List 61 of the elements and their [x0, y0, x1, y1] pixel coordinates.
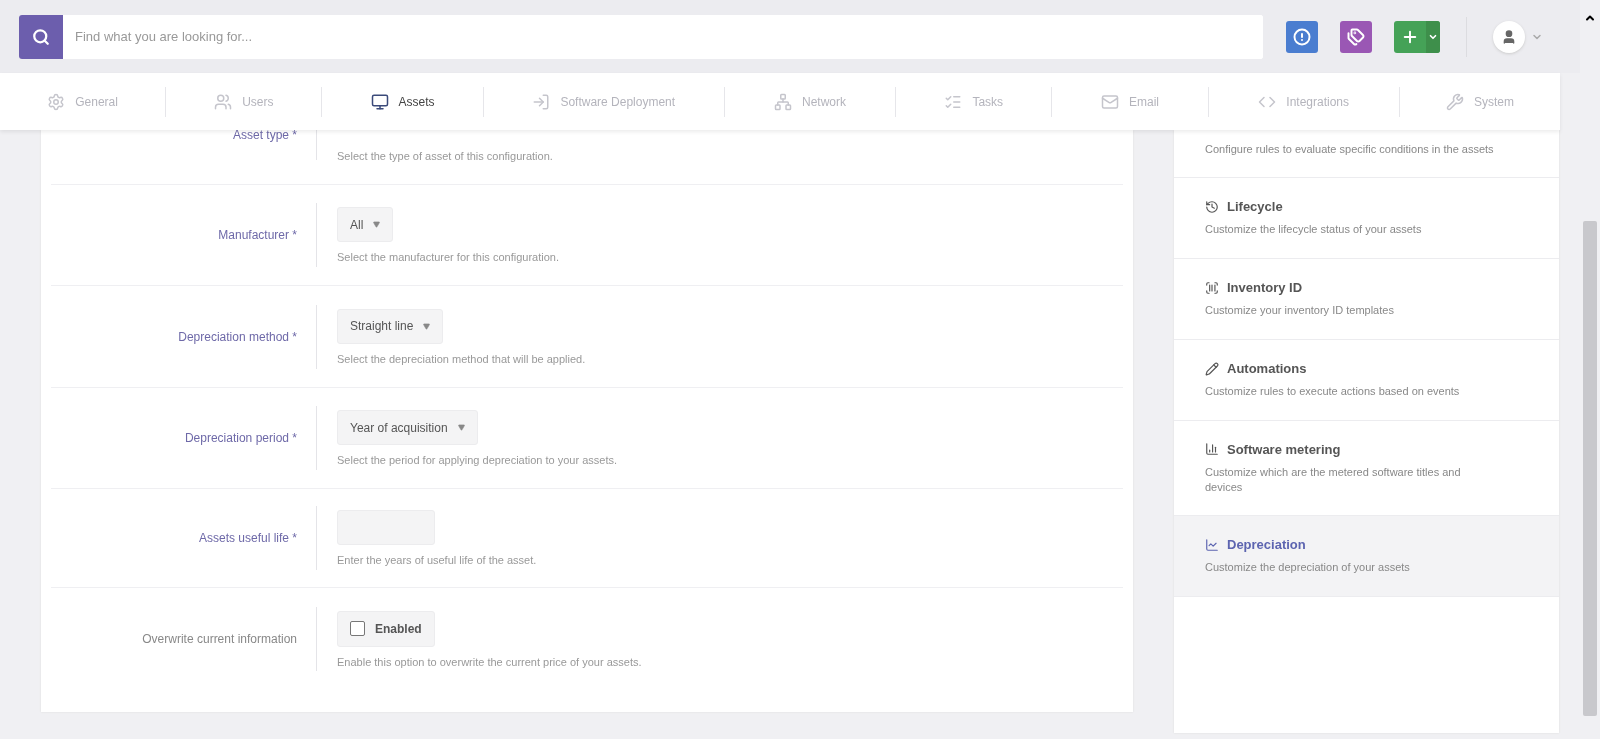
sidebar-item[interactable]: Configure rules to evaluate specific conditions in the assets — [1174, 130, 1559, 178]
caret-icon — [457, 424, 465, 431]
scrollbar-thumb[interactable] — [1583, 221, 1597, 716]
field-label: Depreciation method * — [177, 329, 297, 344]
bar-chart-icon — [1205, 442, 1219, 456]
search-field[interactable]: Find what you are looking for... — [19, 14, 1263, 59]
add-button[interactable] — [1394, 20, 1440, 53]
item-description: Customize which are the metered software titles and devices — [1205, 464, 1462, 495]
item-description: Customize the depreciation of your assets — [1205, 560, 1411, 575]
tags-button[interactable] — [1340, 20, 1372, 53]
help-text: Select the type of asset of this configuration. — [337, 150, 553, 162]
item-description: Customize your inventory ID templates — [1205, 303, 1395, 318]
field-label: Assets useful life * — [197, 531, 297, 545]
gear-icon — [47, 92, 66, 111]
line-chart-icon — [1205, 537, 1219, 552]
sidebar-item[interactable]: Depreciation Customize the depreciation of your assets — [1174, 516, 1559, 597]
item-title: Software metering — [1227, 441, 1341, 457]
item-title: Lifecycle — [1227, 199, 1283, 214]
dropdown[interactable]: Straight line — [337, 308, 444, 344]
sidebar-item[interactable]: Inventory ID Customize your inventory ID templates — [1174, 259, 1559, 340]
item-description: Customize rules to execute actions based on events — [1205, 384, 1461, 399]
item-title: Automations — [1227, 361, 1307, 376]
alert-icon — [1293, 27, 1311, 46]
item-title: Inventory ID — [1227, 280, 1303, 295]
sidebar-item[interactable]: Lifecycle Customize the lifecycle status of your assets — [1174, 178, 1559, 259]
item-description: Customize the lifecycle status of your assets — [1205, 222, 1423, 237]
search-button[interactable] — [19, 14, 63, 59]
field-label: Manufacturer * — [217, 228, 297, 242]
caret-icon — [373, 221, 381, 228]
search-icon — [32, 27, 50, 46]
pencil-icon — [1205, 361, 1219, 376]
dropdown[interactable]: Year of acquisition — [337, 410, 478, 445]
field-label: Asset type * — [231, 128, 297, 142]
field-label: Depreciation period * — [183, 431, 297, 445]
login-icon — [532, 92, 551, 111]
sidebar-item[interactable]: Automations Customize rules to execute actions based on events — [1174, 340, 1559, 421]
nav-tab[interactable]: Assets — [321, 86, 483, 117]
mail-icon — [1100, 92, 1119, 111]
checkbox-toggle[interactable]: Enabled — [337, 610, 435, 647]
user-avatar[interactable] — [1493, 20, 1525, 53]
caret-icon — [423, 322, 431, 330]
tags-icon — [1347, 27, 1365, 46]
history-icon — [1205, 199, 1219, 214]
help-text: Enter the years of useful life of the asset. — [337, 554, 537, 566]
alert-button[interactable] — [1286, 20, 1318, 53]
sidebar-item[interactable]: Software metering Customize which are the metered software titles and devices — [1174, 421, 1559, 516]
field-label: Overwrite current information — [141, 632, 297, 646]
wrench-icon — [1445, 92, 1464, 111]
item-description: Configure rules to evaluate specific conditions in the assets — [1205, 142, 1495, 157]
help-text: Select the depreciation method that will be applied. — [337, 352, 586, 365]
help-text: Select the manufacturer for this configuration. — [337, 251, 559, 263]
help-text: Enable this option to overwrite the current price of your assets. — [337, 655, 642, 668]
network-icon — [774, 92, 793, 111]
barcode-icon — [1205, 280, 1219, 295]
users-icon — [214, 92, 233, 111]
help-text: Select the period for applying depreciation to your assets. — [337, 454, 618, 466]
item-title: Depreciation — [1227, 537, 1306, 552]
checkbox[interactable] — [350, 621, 365, 636]
monitor-icon — [370, 92, 389, 111]
user-icon — [1501, 28, 1517, 45]
dropdown[interactable]: All — [337, 207, 394, 242]
